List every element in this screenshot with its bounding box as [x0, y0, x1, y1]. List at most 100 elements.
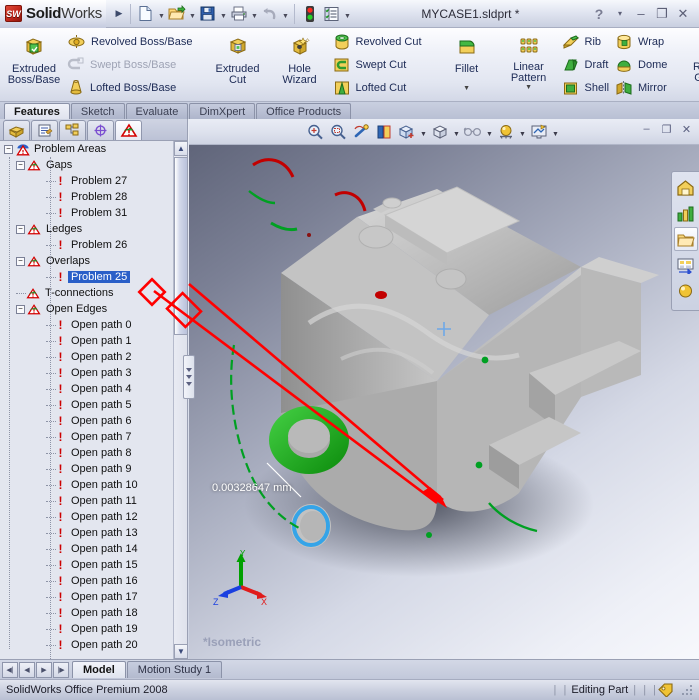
lofted-boss-base-button[interactable]: Lofted Boss/Base	[65, 77, 197, 99]
tree-item-problem-27[interactable]: ! Problem 27	[0, 173, 173, 189]
save-document-dropdown[interactable]: ▼	[219, 3, 228, 25]
open-document-button[interactable]	[166, 3, 188, 25]
help-button[interactable]: ?	[589, 4, 609, 24]
swept-cut-button[interactable]: Swept Cut	[331, 54, 426, 76]
configuration-manager-tab[interactable]	[59, 120, 86, 140]
help-dropdown-button[interactable]: ▾	[610, 4, 630, 24]
tree-item-open-path-19[interactable]: ! Open path 19	[0, 621, 173, 637]
lofted-cut-button[interactable]: Lofted Cut	[331, 77, 426, 99]
tree-item-problem-26[interactable]: ! Problem 26	[0, 237, 173, 253]
tree-expander[interactable]: −	[4, 144, 13, 154]
tree-item-open-path-12[interactable]: ! Open path 12	[0, 509, 173, 525]
tree-vertical-scrollbar[interactable]: ▲ ▼	[173, 141, 187, 659]
linear-pattern-dropdown[interactable]: ▼	[525, 84, 532, 92]
tree-expander[interactable]: −	[16, 224, 25, 234]
appearances-tab[interactable]	[674, 279, 698, 303]
undo-dropdown[interactable]: ▼	[281, 3, 290, 25]
new-document-dropdown[interactable]: ▼	[157, 3, 166, 25]
close-document-button[interactable]: ✕	[678, 121, 695, 137]
display-style-button[interactable]	[429, 121, 451, 143]
tab-features[interactable]: Features	[4, 103, 70, 119]
tree-item-open-path-8[interactable]: ! Open path 8	[0, 445, 173, 461]
open-document-dropdown[interactable]: ▼	[188, 3, 197, 25]
last-tab-button[interactable]: |▶	[53, 661, 69, 678]
extruded-boss-base-button[interactable]: Extruded Boss/Base	[3, 30, 65, 100]
tree-expander[interactable]: −	[16, 160, 25, 170]
dimxpert-manager-tab[interactable]	[87, 120, 114, 140]
apply-scene-button[interactable]	[495, 121, 517, 143]
menu-expand-arrow-icon[interactable]: ▶	[112, 3, 126, 25]
solidworks-logo[interactable]: SW SolidWorks	[0, 0, 106, 28]
tab-sketch[interactable]: Sketch	[70, 103, 125, 119]
tree-item-open-path-17[interactable]: ! Open path 17	[0, 589, 173, 605]
linear-pattern-button[interactable]: Linear Pattern ▼	[498, 30, 560, 100]
revolved-cut-button[interactable]: Revolved Cut	[331, 31, 426, 53]
wrap-button[interactable]: Wrap	[613, 31, 671, 53]
tree-item-open-path-1[interactable]: ! Open path 1	[0, 333, 173, 349]
tree-item-open-path-3[interactable]: ! Open path 3	[0, 365, 173, 381]
zoom-to-fit-button[interactable]	[304, 121, 326, 143]
model-canvas[interactable]: 0.00328647 mm Y X Z *Isometric	[189, 145, 699, 659]
fillet-dropdown[interactable]: ▼	[463, 85, 470, 93]
dome-button[interactable]: Dome	[613, 54, 671, 76]
resize-grip-icon[interactable]	[682, 684, 693, 696]
swept-boss-base-button[interactable]: Swept Boss/Base	[65, 54, 197, 76]
panel-splitter-handle[interactable]	[183, 355, 195, 399]
draft-button[interactable]: Draft	[560, 54, 613, 76]
restore-document-button[interactable]: –	[638, 121, 655, 137]
design-library-tab[interactable]	[674, 201, 698, 225]
tree-expander[interactable]: −	[16, 304, 25, 314]
shell-button[interactable]: Shell	[560, 77, 613, 99]
tree-item-open-path-20[interactable]: ! Open path 20	[0, 637, 173, 653]
tree-item-open-path-7[interactable]: ! Open path 7	[0, 429, 173, 445]
new-document-button[interactable]	[135, 3, 157, 25]
tree-expander[interactable]: −	[16, 256, 25, 266]
sw-resources-tab[interactable]	[674, 175, 698, 199]
minimize-button[interactable]: –	[631, 4, 651, 24]
tab-motion-study-1[interactable]: Motion Study 1	[126, 661, 223, 678]
scroll-down-button[interactable]: ▼	[174, 644, 187, 659]
rib-button[interactable]: Rib	[560, 31, 613, 53]
extruded-cut-button[interactable]: Extruded Cut	[207, 30, 269, 100]
tree-item-problem-28[interactable]: ! Problem 28	[0, 189, 173, 205]
save-document-button[interactable]	[197, 3, 219, 25]
tree-item-problem-31[interactable]: ! Problem 31	[0, 205, 173, 221]
close-button[interactable]: ✕	[673, 4, 693, 24]
tab-model[interactable]: Model	[72, 661, 126, 678]
graphics-viewport[interactable]: ▼ ▼ ▼ ▼ ▼ – ❐ ✕ 0.00328647 mm Y X Z *Iso…	[189, 119, 699, 659]
import-diagnostics-tab[interactable]	[115, 120, 142, 140]
tree-item-problem-25[interactable]: ! Problem 25	[0, 269, 173, 285]
maximize-button[interactable]: ❐	[652, 4, 672, 24]
print-document-button[interactable]	[228, 3, 250, 25]
tree-item-open-path-13[interactable]: ! Open path 13	[0, 525, 173, 541]
display-style-dropdown[interactable]: ▼	[452, 121, 461, 143]
maximize-document-button[interactable]: ❐	[658, 121, 675, 137]
tree-item-open-path-15[interactable]: ! Open path 15	[0, 557, 173, 573]
first-tab-button[interactable]: ◀|	[2, 661, 18, 678]
tree-item-open-path-18[interactable]: ! Open path 18	[0, 605, 173, 621]
tree-item-problem-areas[interactable]: − Problem Areas	[0, 141, 173, 157]
property-manager-tab[interactable]	[31, 120, 58, 140]
tree-item-open-path-2[interactable]: ! Open path 2	[0, 349, 173, 365]
problem-areas-tree[interactable]: − Problem Areas − Gaps! Problem 27! Problem 2…	[0, 141, 187, 659]
options-button[interactable]	[321, 3, 343, 25]
options-dropdown[interactable]: ▼	[343, 3, 352, 25]
tab-dimxpert[interactable]: DimXpert	[189, 103, 256, 119]
tree-item-open-path-9[interactable]: ! Open path 9	[0, 461, 173, 477]
scroll-thumb[interactable]	[174, 157, 187, 335]
undo-button[interactable]	[259, 3, 281, 25]
view-orientation-button[interactable]	[396, 121, 418, 143]
fillet-button[interactable]: Fillet ▼	[436, 30, 498, 100]
tree-group-t-connections[interactable]: T-connections	[0, 285, 173, 301]
reference-geometry-button[interactable]: Reference Geometry ▼	[681, 30, 699, 100]
view-palette-tab[interactable]	[674, 253, 698, 277]
scroll-up-button[interactable]: ▲	[174, 141, 187, 156]
rotate-view-button[interactable]	[350, 121, 372, 143]
tree-item-open-path-5[interactable]: ! Open path 5	[0, 397, 173, 413]
tree-item-open-path-6[interactable]: ! Open path 6	[0, 413, 173, 429]
view-settings-button[interactable]	[528, 121, 550, 143]
feature-manager-tab[interactable]	[3, 120, 30, 140]
tree-item-open-path-14[interactable]: ! Open path 14	[0, 541, 173, 557]
hide-show-dropdown[interactable]: ▼	[485, 121, 494, 143]
print-document-dropdown[interactable]: ▼	[250, 3, 259, 25]
